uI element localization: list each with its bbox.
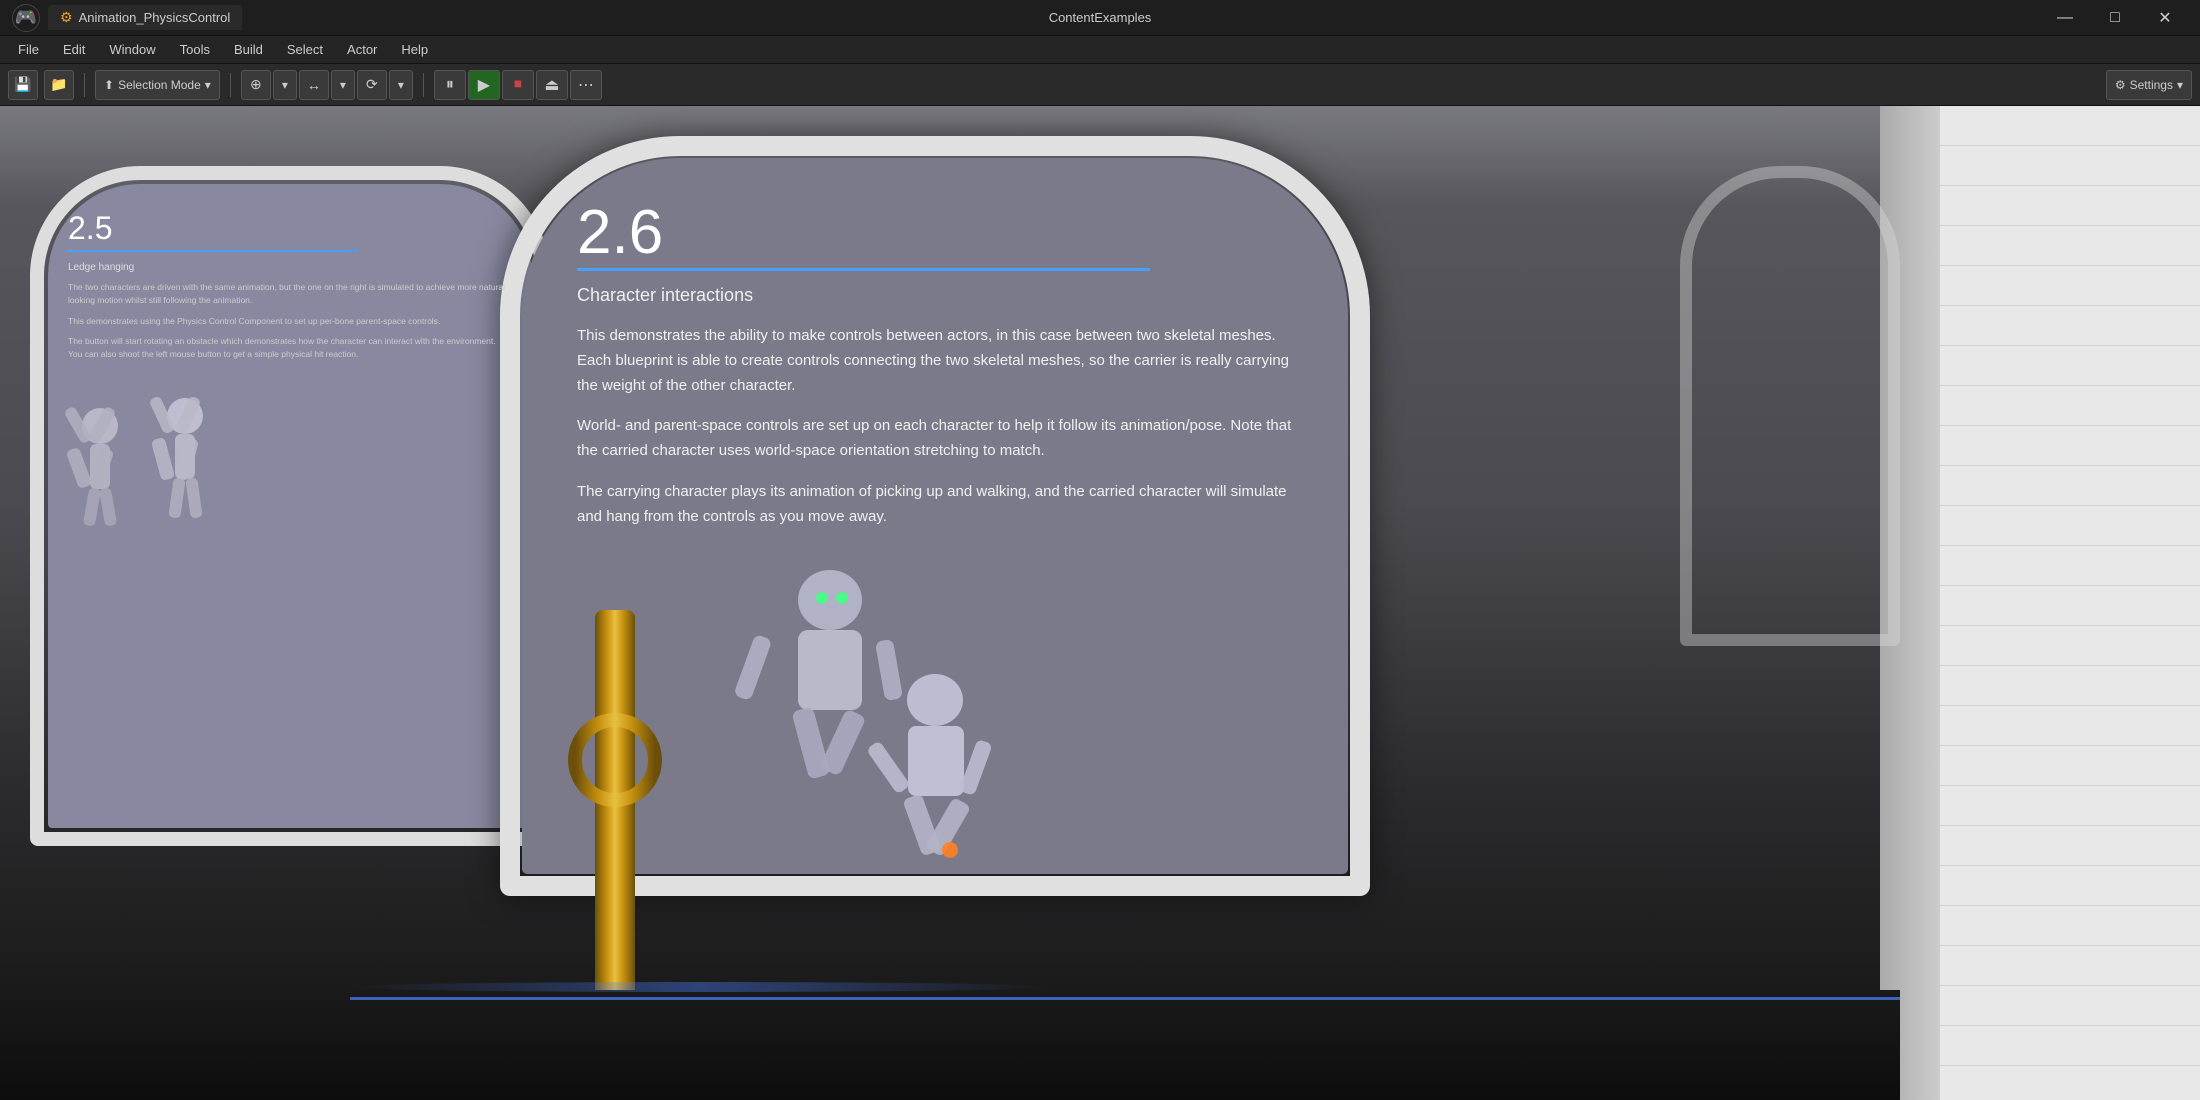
playback-group: ⏸ ▶ ⏹ ⏏ ⋯ xyxy=(434,70,602,100)
ue-logo: 🎮 xyxy=(12,4,40,32)
settings-area: ⚙ Settings ▾ xyxy=(2106,70,2192,100)
pause-button[interactable]: ⏸ xyxy=(434,70,466,100)
stop-button[interactable]: ⏹ xyxy=(502,70,534,100)
settings-icon: ⚙ xyxy=(2115,78,2126,92)
active-tab[interactable]: ⚙ Animation_PhysicsControl xyxy=(48,5,242,30)
selection-mode-label: Selection Mode xyxy=(118,78,201,92)
left-panel-desc1: The two characters are driven with the s… xyxy=(68,281,512,307)
window-title: ContentExamples xyxy=(1049,10,1152,25)
menu-select[interactable]: Select xyxy=(277,40,333,59)
playback-options-button[interactable]: ⋯ xyxy=(570,70,602,100)
left-section-number: 2.5 xyxy=(68,212,512,244)
tab-label: Animation_PhysicsControl xyxy=(79,10,231,25)
floor xyxy=(0,990,1900,1100)
play-button[interactable]: ▶ xyxy=(468,70,500,100)
main-robot-group xyxy=(680,500,1060,1000)
main-section-number: 2.6 xyxy=(577,202,1293,264)
menu-tools[interactable]: Tools xyxy=(170,40,220,59)
toolbar: 💾 📁 ⬆ Selection Mode ▾ ⊕ ▾ ↔ ▾ ⟳ ▾ ⏸ ▶ ⏹… xyxy=(0,64,2200,106)
menu-build[interactable]: Build xyxy=(224,40,273,59)
menu-edit[interactable]: Edit xyxy=(53,40,95,59)
rotate-dropdown-button[interactable]: ▾ xyxy=(331,70,355,100)
menu-actor[interactable]: Actor xyxy=(337,40,387,59)
main-blue-line xyxy=(577,268,1150,271)
scale-dropdown-button[interactable]: ▾ xyxy=(389,70,413,100)
close-button[interactable]: ✕ xyxy=(2142,4,2188,32)
title-bar: 🎮 ⚙ Animation_PhysicsControl ContentExam… xyxy=(0,0,2200,36)
window-controls: — □ ✕ xyxy=(2042,4,2188,32)
transform-group: ⊕ ▾ ↔ ▾ ⟳ ▾ xyxy=(241,70,413,100)
maximize-button[interactable]: □ xyxy=(2092,4,2138,32)
content-browser-button[interactable]: 📁 xyxy=(44,70,74,100)
save-button[interactable]: 💾 xyxy=(8,70,38,100)
minimize-button[interactable]: — xyxy=(2042,4,2088,32)
scale-button[interactable]: ⟳ xyxy=(357,70,387,100)
title-bar-left: 🎮 ⚙ Animation_PhysicsControl xyxy=(12,4,242,32)
menu-window[interactable]: Window xyxy=(99,40,165,59)
toolbar-divider-3 xyxy=(423,73,424,97)
menu-file[interactable]: File xyxy=(8,40,49,59)
cursor-icon: ⬆ xyxy=(104,78,114,92)
settings-button[interactable]: ⚙ Settings ▾ xyxy=(2106,70,2192,100)
toolbar-divider-2 xyxy=(230,73,231,97)
rotate-button[interactable]: ↔ xyxy=(299,70,329,100)
left-panel-desc2: This demonstrates using the Physics Cont… xyxy=(68,315,512,328)
selection-mode-button[interactable]: ⬆ Selection Mode ▾ xyxy=(95,70,220,100)
transform-dropdown-button[interactable]: ▾ xyxy=(273,70,297,100)
selection-mode-dropdown-arrow: ▾ xyxy=(205,78,211,92)
settings-dropdown-arrow: ▾ xyxy=(2177,78,2183,92)
menu-help[interactable]: Help xyxy=(391,40,438,59)
main-paragraph2: World- and parent-space controls are set… xyxy=(577,414,1293,464)
main-paragraph1: This demonstrates the ability to make co… xyxy=(577,324,1293,398)
main-subtitle: Character interactions xyxy=(577,285,1293,306)
left-panel-title: Ledge hanging xyxy=(68,262,512,273)
viewport[interactable]: 2.5 Ledge hanging The two characters are… xyxy=(0,106,2200,1100)
floor-glow xyxy=(350,982,1050,992)
left-panel-content: 2.5 Ledge hanging The two characters are… xyxy=(48,184,532,381)
left-panel-desc3: The button will start rotating an obstac… xyxy=(68,335,512,361)
floor-blue-edge xyxy=(350,997,1900,1000)
right-wall xyxy=(1880,106,2200,1100)
tab-icon: ⚙ xyxy=(60,9,73,26)
translate-button[interactable]: ⊕ xyxy=(241,70,271,100)
eject-button[interactable]: ⏏ xyxy=(536,70,568,100)
settings-label: Settings xyxy=(2130,78,2173,92)
menu-bar: File Edit Window Tools Build Select Acto… xyxy=(0,36,2200,64)
left-robot-figures xyxy=(40,366,240,766)
left-blue-line xyxy=(68,250,357,252)
right-arch-hint xyxy=(1680,166,1900,646)
toolbar-divider-1 xyxy=(84,73,85,97)
